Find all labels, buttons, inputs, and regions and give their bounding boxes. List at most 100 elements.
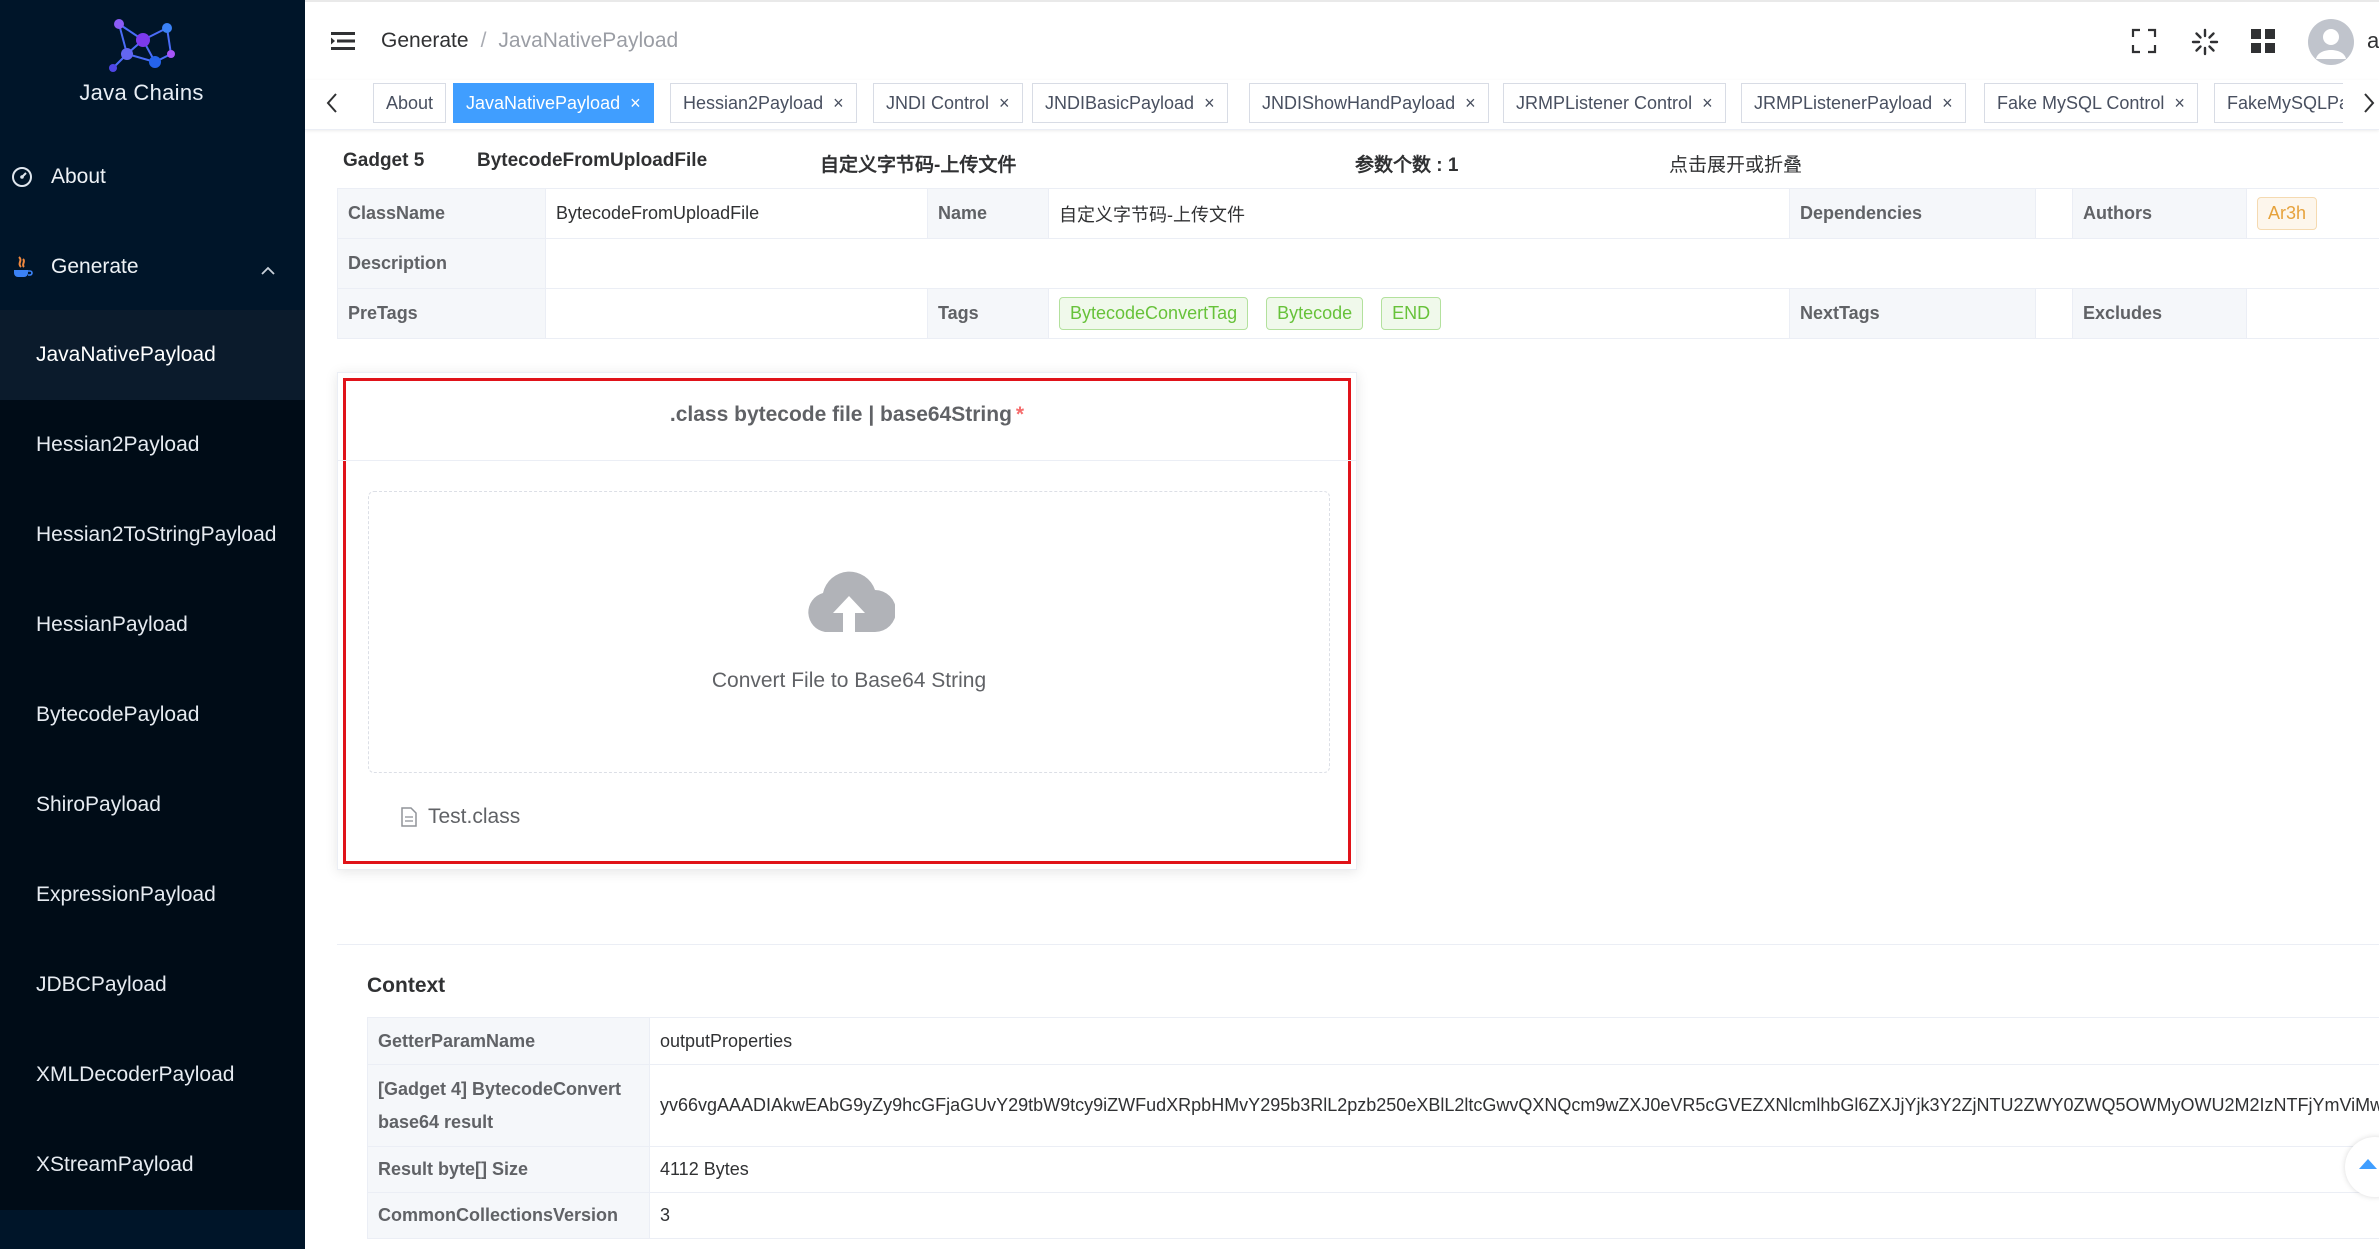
tab-hessian2payload[interactable]: Hessian2Payload × (670, 83, 857, 123)
breadcrumb: Generate / JavaNativePayload (381, 29, 679, 52)
app-logo[interactable]: Java Chains (0, 18, 283, 118)
fullscreen-icon[interactable] (2131, 28, 2157, 59)
tags-label: Tags (927, 288, 1049, 339)
table-row: CommonCollectionsVersion 3 (367, 1192, 2379, 1239)
sidebar-item-hessianpayload[interactable]: HessianPayload (0, 580, 305, 670)
tab-label: FakeMySQLPa (2227, 92, 2343, 113)
context-title: Context (367, 974, 446, 997)
close-icon[interactable]: × (1942, 94, 1953, 112)
sidebar-item-label: Generate (51, 255, 139, 278)
tab-jndibasicpayload[interactable]: JNDIBasicPayload × (1032, 83, 1228, 123)
hamburger-menu-icon[interactable] (331, 31, 355, 56)
sidebar-item-generate[interactable]: Generate (0, 224, 305, 310)
classname-label: ClassName (337, 188, 546, 239)
username-text[interactable]: a (2367, 28, 2379, 54)
upload-card-title: .class bytecode file | base64String * (338, 373, 1356, 461)
excludes-value (2246, 288, 2379, 339)
sidebar-item-label: BytecodePayload (36, 703, 200, 726)
description-label: Description (337, 238, 546, 289)
sidebar-item-about[interactable]: About (0, 134, 305, 220)
close-icon[interactable]: × (630, 94, 641, 112)
chevron-up-icon (261, 257, 275, 281)
context-value: yv66vgAAADIAkwEAbG9yZy9hcGFjaGUvY29tbW9t… (649, 1064, 2379, 1147)
document-icon (401, 807, 417, 827)
authors-value: Ar3h (2246, 188, 2379, 239)
close-icon[interactable]: × (999, 94, 1010, 112)
context-value: outputProperties (649, 1017, 2379, 1065)
table-row: GetterParamName outputProperties (367, 1017, 2379, 1065)
user-icon (2316, 29, 2346, 59)
close-icon[interactable]: × (833, 94, 844, 112)
required-mark: * (1015, 403, 1025, 426)
tab-label: JNDIBasicPayload (1045, 92, 1195, 113)
breadcrumb-item[interactable]: Generate (381, 29, 469, 52)
bytecode-upload-card: .class bytecode file | base64String * Con… (337, 372, 1357, 870)
dashboard-icon (7, 165, 37, 189)
tab-label: JavaNativePayload (466, 92, 621, 113)
gadget-index: Gadget 5 (343, 150, 425, 171)
loading-spinner-icon[interactable] (2191, 28, 2219, 61)
chevron-right-icon[interactable] (2362, 92, 2376, 119)
context-label: CommonCollectionsVersion (367, 1192, 650, 1239)
sidebar-item-hessian2tostringpayload[interactable]: Hessian2ToStringPayload (0, 490, 305, 580)
tab-jndi-control[interactable]: JNDI Control × (873, 83, 1023, 123)
tab-label: JRMPListener Control (1516, 92, 1693, 113)
user-avatar[interactable] (2308, 19, 2354, 65)
tags-value: BytecodeConvertTag Bytecode END (1048, 288, 1790, 339)
top-header: Generate / JavaNativePayload a (305, 0, 2379, 80)
close-icon[interactable]: × (1465, 94, 1476, 112)
sidebar-item-label: JDBCPayload (36, 973, 167, 996)
uploaded-file-item[interactable]: Test.class (400, 805, 520, 829)
sidebar-item-xmldecoderpayload[interactable]: XMLDecoderPayload (0, 1030, 305, 1120)
section-divider (337, 944, 2379, 945)
tab-label: Hessian2Payload (683, 92, 824, 113)
table-row: [Gadget 4] BytecodeConvert base64 result… (367, 1064, 2379, 1147)
tab-fake-mysql-control[interactable]: Fake MySQL Control × (1984, 83, 2198, 123)
gadget-name: 自定义字节码-上传文件 (820, 155, 1017, 176)
main-content: Gadget 5 BytecodeFromUploadFile 自定义字节码-上… (305, 130, 2379, 1249)
sidebar-item-hessian2payload[interactable]: Hessian2Payload (0, 400, 305, 490)
sidebar-item-bytecodepayload[interactable]: BytecodePayload (0, 670, 305, 760)
upload-dropzone[interactable]: Convert File to Base64 String (368, 491, 1330, 773)
pretags-label: PreTags (337, 288, 546, 339)
dependencies-label: Dependencies (1789, 188, 2036, 239)
logo-text: Java Chains (79, 80, 204, 105)
close-icon[interactable]: × (1204, 94, 1215, 112)
name-value: 自定义字节码-上传文件 (1048, 188, 1790, 239)
sidebar-item-javanativepayload[interactable]: JavaNativePayload (0, 310, 305, 400)
gadget-header[interactable]: Gadget 5 BytecodeFromUploadFile 自定义字节码-上… (337, 140, 2377, 180)
tab-label: JNDIShowHandPayload (1262, 92, 1456, 113)
sidebar-item-label: Hessian2Payload (36, 433, 200, 456)
gadget-descriptions: ClassName BytecodeFromUploadFile Name 自定… (337, 188, 2379, 339)
chevron-left-icon[interactable] (325, 92, 339, 119)
tab-about[interactable]: About (373, 83, 447, 123)
app-root: Java Chains About Generate JavaNativePay… (0, 0, 2379, 1249)
sidebar-item-label: XMLDecoderPayload (36, 1063, 235, 1086)
nexttags-label: NextTags (1789, 288, 2036, 339)
sidebar: Java Chains About Generate JavaNativePay… (0, 0, 305, 1249)
name-label: Name (927, 188, 1049, 239)
tag-chip: Bytecode (1266, 297, 1364, 330)
sidebar-item-shiropayload[interactable]: ShiroPayload (0, 760, 305, 850)
sidebar-item-xstreampayload[interactable]: XStreamPayload (0, 1120, 305, 1210)
network-logo-icon (108, 19, 175, 72)
nexttags-value (2035, 288, 2073, 339)
tab-jrmplistenerpayload[interactable]: JRMPListenerPayload × (1741, 83, 1966, 123)
toggle-hint: 点击展开或折叠 (1669, 155, 1803, 176)
grid-layout-icon[interactable] (2250, 28, 2276, 59)
tab-fakemysqlpayload[interactable]: FakeMySQLPa (2214, 83, 2343, 123)
tab-jrmplistener-control[interactable]: JRMPListener Control × (1503, 83, 1726, 123)
sidebar-item-label: ShiroPayload (36, 793, 161, 816)
sidebar-item-label: XStreamPayload (36, 1153, 194, 1176)
close-icon[interactable]: × (1702, 94, 1713, 112)
close-icon[interactable]: × (2174, 94, 2185, 112)
context-value: 3 (649, 1192, 2379, 1239)
gadget-class: BytecodeFromUploadFile (477, 150, 708, 171)
dependencies-value (2035, 188, 2073, 239)
sidebar-item-jdbcpayload[interactable]: JDBCPayload (0, 940, 305, 1030)
sidebar-item-expressionpayload[interactable]: ExpressionPayload (0, 850, 305, 940)
arrow-up-icon (2359, 1159, 2377, 1169)
context-label: [Gadget 4] BytecodeConvert base64 result (367, 1064, 650, 1147)
tab-javanativepayload[interactable]: JavaNativePayload × (453, 83, 654, 123)
tab-jndishowhandpayload[interactable]: JNDIShowHandPayload × (1249, 83, 1489, 123)
